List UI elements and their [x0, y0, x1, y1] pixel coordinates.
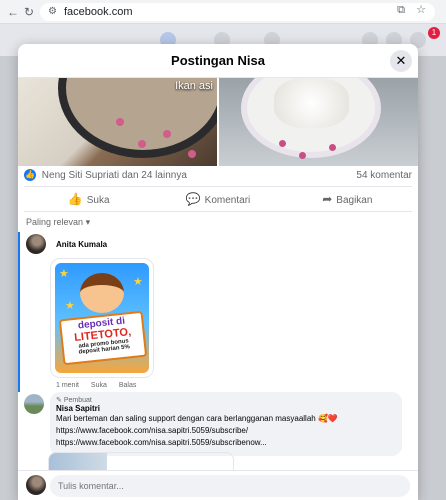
sticker-art: ★ ★ ★ deposit di LITETOTO, ada promo bon…: [55, 263, 149, 373]
comment-author[interactable]: Nisa Sapitri: [56, 404, 396, 413]
star-icon: ★: [65, 300, 75, 312]
flower-decoration: [279, 140, 286, 147]
link-preview-card[interactable]: [48, 452, 234, 472]
comment-link[interactable]: https://www.facebook.com/nisa.sapitri.50…: [56, 437, 396, 449]
post-actions: 👍 Suka 💬 Komentari ➦ Bagikan: [24, 186, 412, 212]
post-photo-2[interactable]: [219, 78, 418, 166]
comment-icon: 💬: [185, 192, 201, 206]
comment-text: Mari berteman dan saling support dengan …: [56, 414, 338, 423]
avatar[interactable]: [24, 394, 44, 414]
avatar[interactable]: [26, 475, 46, 495]
comment-item: Anita Kumala ★ ★ ★ deposit di LITETOTO, …: [18, 232, 418, 392]
like-button[interactable]: 👍 Suka: [24, 187, 153, 211]
back-icon[interactable]: ←: [6, 5, 20, 19]
comment-time: 1 menit: [56, 382, 79, 389]
like-reaction-icon: 👍: [24, 169, 36, 182]
comment-button[interactable]: 💬 Komentari: [153, 187, 282, 211]
sort-label: Paling relevan: [26, 217, 84, 227]
flower-decoration: [299, 152, 306, 159]
sticker-sign: deposit di LITETOTO, ada promo bonus dep…: [58, 310, 148, 366]
star-icon: ★: [133, 276, 143, 288]
reaction-stats: 👍 Neng Siti Supriati dan 24 lainnya 54 k…: [18, 166, 418, 186]
post-photos: Ikan asi: [18, 78, 418, 166]
comment-sticker-image[interactable]: ★ ★ ★ deposit di LITETOTO, ada promo bon…: [50, 258, 154, 378]
post-photo-1[interactable]: Ikan asi: [18, 78, 217, 166]
author-badge: ✎ Pembuat: [56, 396, 396, 404]
notification-badge: 1: [428, 27, 440, 39]
comment-label: Komentari: [204, 195, 251, 206]
pencil-icon: ✎: [56, 397, 64, 404]
flower-decoration: [188, 150, 196, 158]
address-bar[interactable]: ⚙ facebook.com: [40, 3, 435, 21]
comment-meta: 1 menit Suka Balas: [56, 382, 146, 389]
like-label: Suka: [86, 195, 110, 206]
share-label: Bagikan: [336, 195, 373, 206]
comment-sort-dropdown[interactable]: Paling relevan ▾: [18, 212, 418, 232]
modal-title: Postingan Nisa: [171, 53, 265, 68]
share-icon: ➦: [322, 192, 333, 206]
flower-decoration: [116, 118, 124, 126]
browser-toolbar: ← ↻ ⚙ facebook.com ⧉ ☆: [0, 0, 446, 24]
reload-icon[interactable]: ↻: [22, 5, 36, 19]
comment-reply-link[interactable]: Balas: [119, 382, 137, 389]
cartoon-boy: [80, 273, 124, 313]
comment-like-link[interactable]: Suka: [91, 382, 107, 389]
reaction-summary[interactable]: Neng Siti Supriati dan 24 lainnya: [42, 170, 187, 181]
comment-input[interactable]: [50, 475, 410, 497]
bookmark-star-icon[interactable]: ☆: [414, 3, 428, 17]
rice-image: [274, 78, 349, 128]
close-icon[interactable]: ✕: [390, 50, 412, 72]
comment-author[interactable]: Anita Kumala: [56, 240, 107, 249]
comment-list: Anita Kumala ★ ★ ★ deposit di LITETOTO, …: [18, 232, 418, 472]
url-text: facebook.com: [64, 6, 133, 18]
post-modal: Postingan Nisa ✕ Ikan asi 👍 Neng Siti Su…: [18, 44, 418, 500]
share-button[interactable]: ➦ Bagikan: [283, 187, 412, 211]
flower-decoration: [138, 140, 146, 148]
star-icon: ★: [59, 268, 69, 280]
comment-composer: [18, 470, 418, 500]
flower-decoration: [329, 144, 336, 151]
chevron-down-icon: ▾: [85, 217, 91, 227]
install-app-icon[interactable]: ⧉: [394, 3, 408, 17]
flower-decoration: [163, 130, 171, 138]
photo-caption: Ikan asi: [175, 80, 213, 92]
modal-header: Postingan Nisa ✕: [18, 44, 418, 78]
site-info-icon[interactable]: ⚙: [48, 3, 57, 21]
comment-count[interactable]: 54 komentar: [356, 166, 412, 186]
avatar[interactable]: [26, 234, 46, 254]
author-badge-label: Pembuat: [63, 397, 92, 404]
comment-link[interactable]: https://www.facebook.com/nisa.sapitri.50…: [56, 425, 396, 437]
thumbs-up-icon: 👍: [67, 192, 83, 206]
comment-bubble: ✎ Pembuat Nisa Sapitri Mari berteman dan…: [50, 392, 402, 456]
